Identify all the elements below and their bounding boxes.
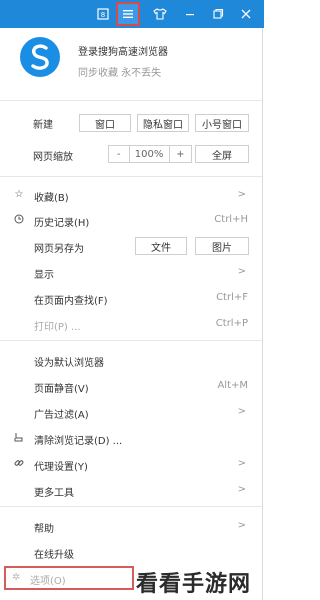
divider [0,100,262,101]
save-file-button[interactable]: 文件 [135,237,187,255]
menu-item-label: 打印(P) ... [34,322,81,333]
svg-text:8: 8 [101,11,105,19]
zoom-control: - 100% + [108,145,192,163]
new-label: 新建 [33,120,53,131]
new-window-button[interactable]: 窗口 [79,114,131,132]
chevron-right-icon: > [237,189,246,200]
menu-item-label: 显示 [34,270,54,281]
menu-item-options[interactable]: ✲ 选项(O) [4,566,134,590]
menu-item-label: 选项(O) [30,576,66,587]
shortcut-text: Alt+M [217,380,248,391]
menu-item-label: 历史记录(H) [34,218,90,229]
chevron-right-icon: > [237,406,246,417]
chevron-right-icon: > [237,520,246,531]
shortcut-text: Ctrl+H [214,214,248,225]
sogou-logo-icon [20,37,60,77]
menu-item-label: 页面静音(V) [34,384,89,395]
save-image-button[interactable]: 图片 [195,237,249,255]
save-as-label: 网页另存为 [34,244,84,255]
minimize-icon[interactable] [178,2,202,26]
divider [0,506,262,507]
menu-item-label: 代理设置(Y) [34,462,88,473]
menu-item-label: 帮助 [34,524,54,535]
shortcut-text: Ctrl+P [215,318,248,329]
skin-icon[interactable]: 8 [91,2,115,26]
new-private-window-button[interactable]: 隐私窗口 [137,114,189,132]
link-icon [12,458,26,471]
fullscreen-button[interactable]: 全屏 [195,145,249,163]
watermark-text: 看看手游网 [136,572,252,597]
zoom-label: 网页缩放 [33,152,73,163]
main-menu: 登录搜狗高速浏览器 同步收藏 永不丢失 新建 窗口 隐私窗口 小号窗口 网页缩放… [0,28,263,600]
menu-item-label: 广告过滤(A) [34,410,89,421]
new-small-window-button[interactable]: 小号窗口 [195,114,249,132]
zoom-in-button[interactable]: + [170,146,191,162]
chevron-right-icon: > [237,266,246,277]
zoom-level: 100% [130,146,170,162]
close-icon[interactable] [234,2,258,26]
broom-icon [12,432,26,445]
menu-icon[interactable] [116,2,140,26]
login-subtitle: 同步收藏 永不丢失 [78,68,162,79]
menu-item-label: 清除浏览记录(D) ... [34,436,123,447]
divider [0,176,262,177]
chevron-right-icon: > [237,458,246,469]
menu-item-label: 收藏(B) [34,193,69,204]
zoom-out-button[interactable]: - [109,146,130,162]
shirt-icon[interactable] [148,2,172,26]
menu-item-label: 设为默认浏览器 [34,358,104,369]
star-icon: ☆ [14,189,24,200]
chevron-right-icon: > [237,484,246,495]
restore-icon[interactable] [206,2,230,26]
menu-item-label: 在线升级 [34,550,74,561]
gear-icon: ✲ [12,572,21,583]
clock-icon [12,214,26,227]
divider [0,340,262,341]
menu-item-label: 更多工具 [34,488,74,499]
account-section[interactable]: 登录搜狗高速浏览器 同步收藏 永不丢失 [0,28,262,100]
login-title[interactable]: 登录搜狗高速浏览器 [78,43,168,58]
shortcut-text: Ctrl+F [216,292,248,303]
menu-item-label: 在页面内查找(F) [34,296,108,307]
title-bar: 8 [0,0,264,28]
